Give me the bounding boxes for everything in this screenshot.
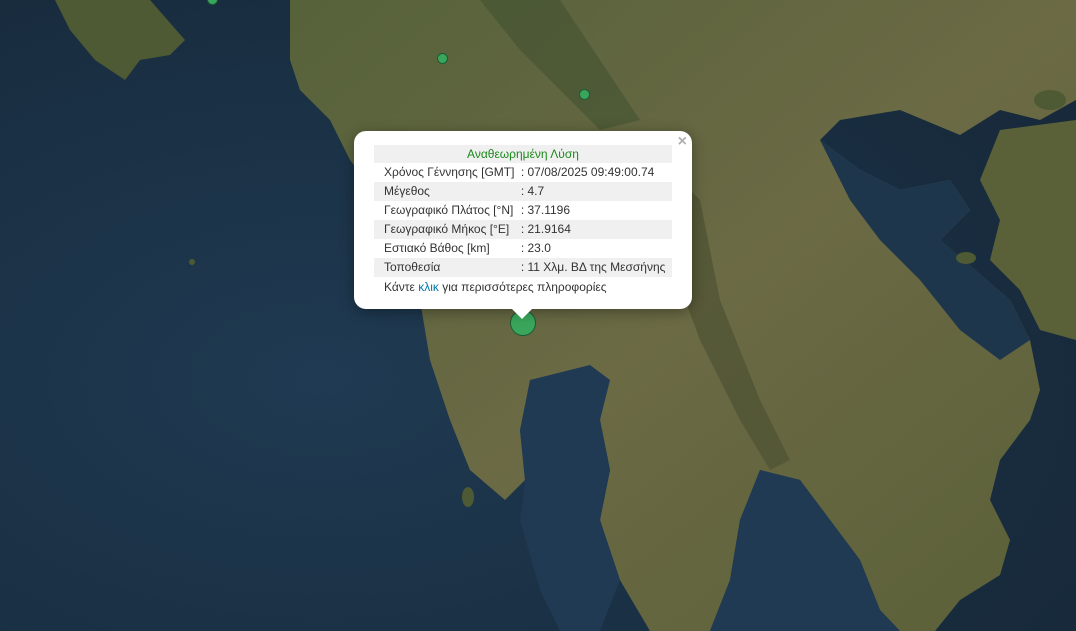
more-info-link[interactable]: κλικ <box>418 280 439 294</box>
more-info-suffix: για περισσότερες πληροφορίες <box>438 280 607 294</box>
detail-row-longitude: Γεωγραφικό Μήκος [°E] : 21.9164 <box>374 220 672 239</box>
earthquake-info-popup: × Αναθεωρημένη Λύση Χρόνος Γέννησης [GMT… <box>354 131 692 319</box>
popup-tip <box>512 309 532 319</box>
satellite-map[interactable]: × Αναθεωρημένη Λύση Χρόνος Γέννησης [GMT… <box>0 0 1076 631</box>
island-small-3 <box>462 487 474 507</box>
island-small-2 <box>1034 90 1066 110</box>
detail-value: : 23.0 <box>520 241 551 255</box>
island-small-4 <box>189 259 195 265</box>
detail-label: Χρόνος Γέννησης [GMT] <box>384 165 515 179</box>
popup-content: Αναθεωρημένη Λύση Χρόνος Γέννησης [GMT] … <box>374 145 672 297</box>
detail-value: : 37.1196 <box>520 203 570 217</box>
detail-label: Εστιακό Βάθος [km] <box>384 241 490 255</box>
close-icon[interactable]: × <box>678 133 687 151</box>
detail-row-origin-time: Χρόνος Γέννησης [GMT] : 07/08/2025 09:49… <box>374 163 672 182</box>
detail-value: : 4.7 <box>520 182 672 201</box>
detail-value: : 07/08/2025 09:49:00.74 <box>520 165 655 179</box>
detail-label: Μέγεθος <box>374 182 521 201</box>
detail-value: : 11 Χλμ. ΒΔ της Μεσσήνης <box>520 258 672 277</box>
detail-label: Γεωγραφικό Πλάτος [°N] <box>384 203 514 217</box>
island-small-1 <box>956 252 976 264</box>
more-info-prefix: Κάντε <box>384 280 419 294</box>
popup-title: Αναθεωρημένη Λύση <box>374 145 672 163</box>
map-imagery <box>0 0 1076 631</box>
detail-label: Γεωγραφικό Μήκος [°E] <box>374 220 521 239</box>
earthquake-marker[interactable] <box>437 53 448 64</box>
detail-row-depth: Εστιακό Βάθος [km] : 23.0 <box>374 239 672 258</box>
more-info-text: Κάντε κλικ για περισσότερες πληροφορίες <box>374 278 672 297</box>
detail-row-magnitude: Μέγεθος : 4.7 <box>374 182 672 201</box>
detail-row-latitude: Γεωγραφικό Πλάτος [°N] : 37.1196 <box>374 201 672 220</box>
detail-label: Τοποθεσία <box>374 258 521 277</box>
detail-row-location: Τοποθεσία : 11 Χλμ. ΒΔ της Μεσσήνης <box>374 258 672 277</box>
detail-value: : 21.9164 <box>520 220 672 239</box>
earthquake-marker[interactable] <box>579 89 590 100</box>
earthquake-details-table: Χρόνος Γέννησης [GMT] : 07/08/2025 09:49… <box>374 163 672 277</box>
